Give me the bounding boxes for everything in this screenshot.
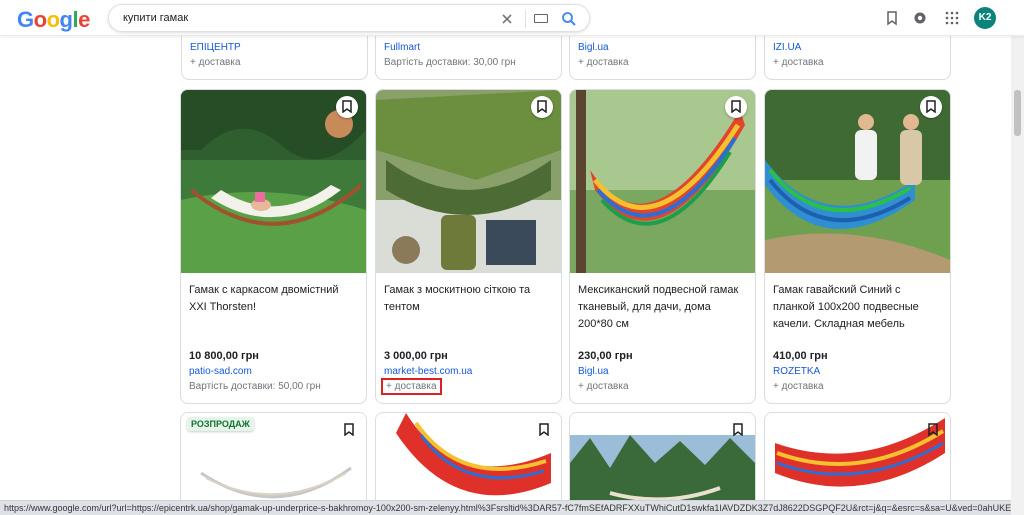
- bookmark-icon[interactable]: [539, 423, 549, 436]
- top-bar: Google K2: [0, 0, 1024, 36]
- shipping-highlight: + доставка: [381, 378, 442, 395]
- search-divider: [525, 10, 526, 28]
- save-button[interactable]: [920, 96, 942, 118]
- save-button[interactable]: [531, 96, 553, 118]
- bookmark-icon[interactable]: [733, 423, 743, 436]
- product-card[interactable]: Гамак с каркасом двомістний XXI Thorsten…: [180, 89, 367, 404]
- product-title[interactable]: Гамак с каркасом двомістний XXI Thorsten…: [189, 282, 359, 316]
- gear-icon[interactable]: [912, 10, 928, 26]
- shipping-text: + доставка: [190, 57, 241, 68]
- logo-letter: o: [46, 7, 60, 32]
- search-input[interactable]: [123, 9, 493, 27]
- product-title[interactable]: Мексиканский подвесной гамак тканевый, д…: [578, 282, 748, 333]
- store-name[interactable]: ЕПІЦЕНТР: [190, 42, 241, 53]
- shipping-text: + доставка: [381, 378, 442, 395]
- bookmark-icon[interactable]: [884, 10, 900, 26]
- sale-badge: РОЗПРОДАЖ: [187, 417, 254, 431]
- product-image[interactable]: [181, 90, 366, 273]
- product-title[interactable]: Гамак з москитною сіткою та тентом: [384, 282, 554, 316]
- link-status-bar: https://www.google.com/url?url=https://e…: [0, 500, 1011, 515]
- product-price: 410,00 грн: [773, 350, 828, 362]
- product-title[interactable]: Гамак гавайский Синий с планкой 100х200 …: [773, 282, 943, 333]
- save-button[interactable]: [725, 96, 747, 118]
- shipping-text: + доставка: [578, 381, 629, 392]
- product-card[interactable]: Мексиканский подвесной гамак тканевый, д…: [569, 89, 756, 404]
- save-button[interactable]: [336, 96, 358, 118]
- product-image[interactable]: [570, 90, 755, 273]
- keyboard-icon[interactable]: [534, 14, 548, 23]
- store-name[interactable]: Bigl.ua: [578, 366, 609, 377]
- shipping-text: Вартість доставки: 50,00 грн: [189, 381, 321, 392]
- product-price: 230,00 грн: [578, 350, 633, 362]
- logo-letter: o: [33, 7, 47, 32]
- store-name[interactable]: IZI.UA: [773, 42, 801, 53]
- product-card[interactable]: Гамак з москитною сіткою та тентом 3 000…: [375, 89, 562, 404]
- shipping-text: + доставка: [578, 57, 629, 68]
- bookmark-icon: [926, 100, 936, 113]
- google-logo[interactable]: Google: [17, 7, 90, 33]
- scrollbar-thumb[interactable]: [1014, 90, 1021, 136]
- bookmark-icon[interactable]: [928, 423, 938, 436]
- bookmark-icon: [342, 100, 352, 113]
- search-box: [108, 4, 590, 32]
- product-image[interactable]: [376, 413, 561, 503]
- store-name[interactable]: ROZETKA: [773, 366, 820, 377]
- store-name[interactable]: Fullmart: [384, 42, 420, 53]
- logo-letter: e: [78, 7, 90, 32]
- product-image[interactable]: [570, 413, 755, 503]
- search-icon[interactable]: [561, 11, 577, 27]
- shipping-text: Вартість доставки: 30,00 грн: [384, 57, 516, 68]
- shipping-text: + доставка: [773, 381, 824, 392]
- bookmark-icon: [537, 100, 547, 113]
- bookmark-icon[interactable]: [344, 423, 354, 436]
- product-card[interactable]: Гамак гавайский Синий с планкой 100х200 …: [764, 89, 951, 404]
- page-scrollbar[interactable]: [1011, 36, 1024, 515]
- clear-icon[interactable]: [499, 11, 515, 27]
- apps-grid-icon[interactable]: [944, 10, 960, 26]
- product-image[interactable]: [765, 413, 950, 503]
- logo-letter: g: [59, 7, 73, 32]
- product-price: 3 000,00 грн: [384, 350, 448, 362]
- bookmark-icon: [731, 100, 741, 113]
- account-avatar[interactable]: K2: [974, 7, 996, 29]
- store-name[interactable]: market-best.com.ua: [384, 366, 472, 377]
- store-name[interactable]: patio-sad.com: [189, 366, 252, 377]
- product-price: 10 800,00 грн: [189, 350, 259, 362]
- shipping-text: + доставка: [773, 57, 824, 68]
- logo-letter: G: [17, 7, 34, 32]
- product-image[interactable]: [765, 90, 950, 273]
- product-image[interactable]: [376, 90, 561, 273]
- store-name[interactable]: Bigl.ua: [578, 42, 609, 53]
